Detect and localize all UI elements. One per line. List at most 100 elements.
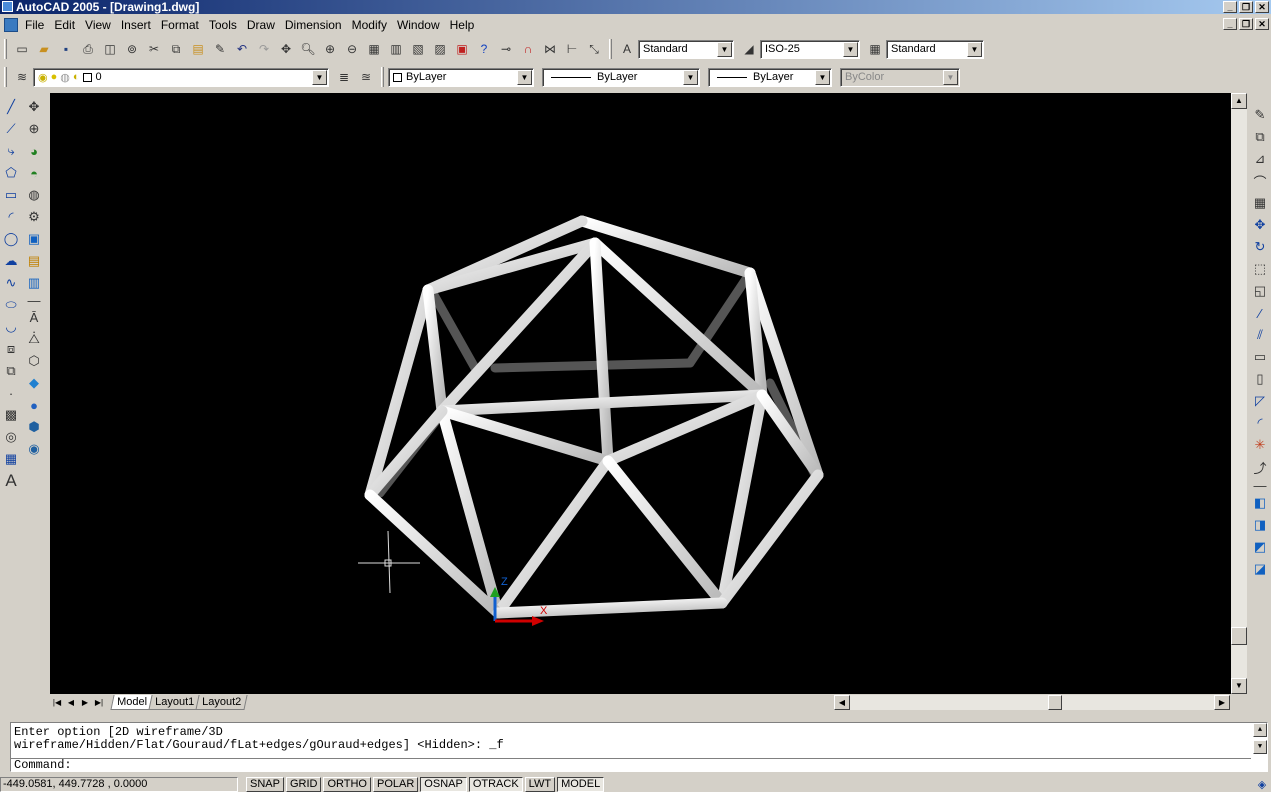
paste-icon[interactable]: ▤ [187,38,209,60]
ellipse-arc-icon[interactable]: ◡ [0,316,22,338]
plot-preview-icon[interactable]: ◫ [99,38,121,60]
hatch-icon[interactable]: ▩ [0,404,22,426]
make-object-layer-current-icon[interactable]: ≣ [333,66,355,88]
table-style-select[interactable]: Standard ▼ [886,39,984,59]
restore-button[interactable]: ❐ [1239,1,1253,13]
close-button[interactable]: ✕ [1255,1,1269,13]
circle-icon[interactable]: ◯ [0,228,22,250]
ellipse-icon[interactable]: ⬭ [0,294,22,316]
text-style-select[interactable]: Standard ▼ [638,39,734,59]
arc-icon[interactable]: ◜ [0,206,22,228]
layer-manager-icon[interactable]: ≋ [11,66,33,88]
region-icon[interactable]: ◎ [0,426,22,448]
chamfer-icon[interactable]: ◸ [1249,390,1271,412]
menu-modify[interactable]: Modify [349,16,394,34]
tool-palettes-icon[interactable]: ▧ [407,38,429,60]
toolbar-grip-properties[interactable] [381,67,384,87]
copy-object-icon[interactable]: ⧉ [1249,126,1271,148]
command-input[interactable]: Command: [11,758,1251,772]
solid-text-icon[interactable]: ⧊ [23,328,45,350]
camera-icon[interactable]: ◓ [23,162,45,184]
toolbar-grip-styles[interactable] [609,39,612,59]
construction-line-icon[interactable]: ⟋ [0,118,22,140]
doc-minimize-button[interactable]: _ [1223,18,1237,30]
next-tab-icon[interactable]: ▶ [78,696,92,709]
table-icon[interactable]: ▦ [0,448,22,470]
horizontal-scrollbar[interactable]: ◀ ▶ [834,695,1230,710]
stretch-icon[interactable]: ◱ [1249,280,1271,302]
command-scroll-down-icon[interactable]: ▼ [1253,740,1267,754]
mirror-icon[interactable]: ⊿ [1249,148,1271,170]
communication-center-icon[interactable]: ◈ [1253,778,1271,792]
document-icon[interactable] [4,18,18,32]
plot-icon[interactable]: ⎙ [77,38,99,60]
offset-icon[interactable]: ⌒ [1249,170,1271,192]
tab-layout1[interactable]: Layout1 [148,695,201,710]
scroll-right-icon[interactable]: ▶ [1214,695,1230,710]
markup-icon[interactable]: ▣ [451,38,473,60]
scroll-up-icon[interactable]: ▲ [1231,93,1247,109]
minimize-button[interactable]: _ [1223,1,1237,13]
chevron-down-icon[interactable]: ▼ [843,41,858,57]
lineweight-select[interactable]: ByLayer ▼ [708,67,832,87]
chevron-down-icon[interactable]: ▼ [717,41,732,57]
osnap-toggle[interactable]: OSNAP [420,777,467,792]
undo-icon[interactable]: ↶ [231,38,253,60]
menu-draw[interactable]: Draw [244,16,282,34]
menu-tools[interactable]: Tools [206,16,244,34]
publish-icon[interactable]: ⊚ [121,38,143,60]
menu-view[interactable]: View [82,16,118,34]
new-icon[interactable]: ▭ [11,38,33,60]
command-window[interactable]: Enter option [2D wireframe/3D wireframe/H… [10,722,1268,772]
snap-toggle[interactable]: SNAP [246,777,284,792]
draw-order-back-icon[interactable]: ◨ [1249,514,1271,536]
properties-icon[interactable]: ▦ [363,38,385,60]
snap-icon[interactable]: ⊸ [495,38,517,60]
zoom-window-icon[interactable]: ⊕ [319,38,341,60]
dim-style-select[interactable]: ISO-25 ▼ [760,39,860,59]
globe-icon[interactable]: ◉ [23,438,45,460]
send-under-icon[interactable]: ◪ [1249,558,1271,580]
match-properties-icon[interactable]: ✎ [209,38,231,60]
pan-realtime-icon[interactable]: ✥ [23,96,45,118]
horizontal-scroll-thumb[interactable] [1048,695,1062,710]
polygon-icon[interactable]: ⬠ [0,162,22,184]
tab-model[interactable]: Model [110,695,154,710]
doc-close-button[interactable]: ✕ [1255,18,1269,30]
explode-icon[interactable]: ✳ [1249,434,1271,456]
cube-icon[interactable]: ⬢ [23,416,45,438]
menu-help[interactable]: Help [447,16,482,34]
help-icon[interactable]: ? [473,38,495,60]
lights-icon[interactable]: ▣ [23,228,45,250]
doc-restore-button[interactable]: ❐ [1239,18,1253,30]
otrack-toggle[interactable]: OTRACK [468,777,523,792]
move-icon[interactable]: ✥ [1249,214,1271,236]
scroll-down-icon[interactable]: ▼ [1231,678,1247,694]
grid-toggle[interactable]: GRID [285,777,322,792]
materials-icon[interactable]: ▤ [23,250,45,272]
trim-icon[interactable]: ⁄ [1249,302,1271,324]
magnet-icon[interactable]: ∩ [517,38,539,60]
design-center-icon[interactable]: ▥ [385,38,407,60]
menu-format[interactable]: Format [158,16,206,34]
polyline-icon[interactable]: ⤷ [0,140,22,162]
zoom-realtime-icon[interactable]: 🔍︎ [297,38,319,60]
polar-toggle[interactable]: POLAR [373,777,419,792]
rectangle-icon[interactable]: ▭ [0,184,22,206]
menu-file[interactable]: File [22,16,51,34]
draw-order-front-icon[interactable]: ◧ [1249,492,1271,514]
multiline-text-icon[interactable]: A [0,470,22,492]
insert-block-icon[interactable]: ⧈ [0,338,22,360]
save-icon[interactable]: ▪ [55,38,77,60]
toolbar-grip[interactable] [4,67,7,87]
model-space-viewport[interactable]: Z X [50,93,1231,694]
copy-icon[interactable]: ⧉ [165,38,187,60]
chevron-down-icon[interactable]: ▼ [815,69,830,85]
linetype-select[interactable]: ByLayer ▼ [542,67,700,87]
text-style-icon[interactable]: A [616,38,638,60]
point-icon[interactable]: · [0,382,22,404]
make-block-icon[interactable]: ⧉ [0,360,22,382]
lwt-toggle[interactable]: LWT [524,777,556,792]
extend-icon[interactable]: ⫽ [1249,324,1271,346]
render-icon[interactable]: ⚙ [23,206,45,228]
